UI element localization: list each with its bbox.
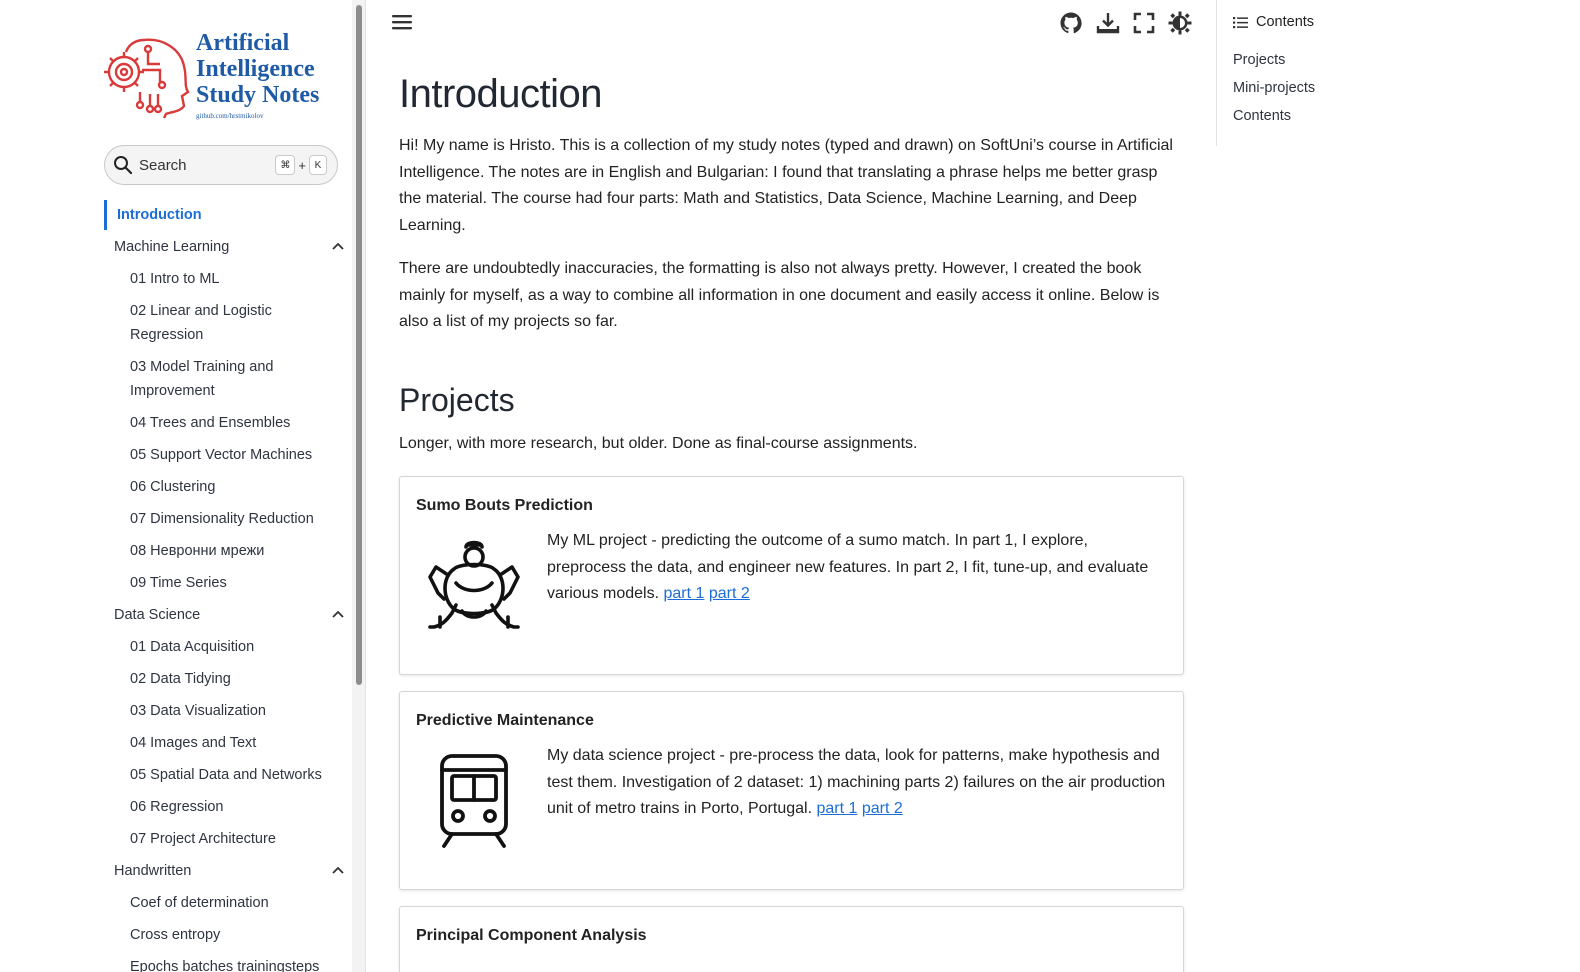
logo-line-1: Artificial — [196, 30, 290, 56]
sidebar-item-regression[interactable]: 06 Regression — [104, 791, 324, 823]
sidebar-item-epochs-batches[interactable]: Epochs batches trainingsteps — [104, 951, 324, 972]
menu-icon[interactable] — [391, 12, 413, 32]
toc-heading: Contents — [1256, 14, 1315, 30]
search-shortcut: ⌘ + K — [275, 155, 327, 175]
projects-description: Longer, with more research, but older. D… — [399, 434, 918, 452]
metro-train-icon — [440, 754, 508, 848]
theme-toggle-icon[interactable] — [1168, 11, 1192, 35]
sidebar-section-handwritten[interactable]: Handwritten — [104, 855, 350, 887]
toc-header: Contents — [1233, 14, 1314, 30]
toc-item-contents[interactable]: Contents — [1233, 108, 1291, 124]
project-card-sumo[interactable]: Sumo Bouts Prediction My ML project - pr… — [399, 476, 1184, 675]
sidebar-item-model-training[interactable]: 03 Model Training and Improvement — [104, 351, 324, 407]
sidebar-item-cross-entropy[interactable]: Cross entropy — [104, 919, 324, 951]
logo-line-2: Intelligence — [196, 56, 315, 82]
sidebar-item-neural-networks[interactable]: 08 Невронни мрежи — [104, 535, 324, 567]
shortcut-key-cmd: ⌘ — [275, 155, 296, 175]
toc-item-projects[interactable]: Projects — [1233, 52, 1285, 68]
card-description: My data science project - pre-process th… — [547, 743, 1167, 823]
search-button[interactable]: Search ⌘ + K — [104, 145, 338, 185]
card-title: Principal Component Analysis — [416, 927, 647, 944]
fullscreen-icon[interactable] — [1132, 11, 1156, 35]
sidebar-item-trees-ensembles[interactable]: 04 Trees and Ensembles — [104, 407, 324, 439]
sidebar-section-label: Data Science — [114, 607, 201, 623]
toc-item-mini-projects[interactable]: Mini-projects — [1233, 80, 1315, 96]
project-card-predictive-maintenance[interactable]: Predictive Maintenance My data science p… — [399, 691, 1184, 890]
sidebar-scrollbar-thumb[interactable] — [356, 5, 362, 685]
shortcut-key-k: K — [309, 155, 327, 175]
chevron-up-icon[interactable] — [332, 242, 344, 250]
site-logo[interactable]: Artificial Intelligence Study Notes gith… — [104, 30, 340, 124]
sidebar-item-images-text[interactable]: 04 Images and Text — [104, 727, 324, 759]
sidebar-section-label: Handwritten — [114, 863, 192, 879]
card-description-text: My data science project - pre-process th… — [547, 747, 1166, 817]
search-label: Search — [139, 156, 187, 174]
download-icon[interactable] — [1096, 11, 1120, 35]
sidebar-item-time-series[interactable]: 09 Time Series — [104, 567, 324, 599]
card-description-text: My ML project - predicting the outcome o… — [547, 532, 1149, 602]
sidebar-item-data-visualization[interactable]: 03 Data Visualization — [104, 695, 324, 727]
part-2-link[interactable]: part 2 — [862, 800, 903, 817]
sidebar-item-linear-logistic-regression[interactable]: 02 Linear and Logistic Regression — [104, 295, 324, 351]
intro-paragraph-2: There are undoubtedly inaccuracies, the … — [399, 260, 1160, 330]
main-content: Introduction Hi! My name is Hristo. This… — [399, 68, 1184, 457]
sumo-wrestler-icon — [428, 540, 520, 629]
sidebar-item-clustering[interactable]: 06 Clustering — [104, 471, 324, 503]
sidebar: Artificial Intelligence Study Notes gith… — [0, 0, 352, 972]
part-2-link[interactable]: part 2 — [709, 585, 750, 602]
sidebar-item-spatial-data[interactable]: 05 Spatial Data and Networks — [104, 759, 324, 791]
card-description: My ML project - predicting the outcome o… — [547, 528, 1167, 608]
shortcut-plus: + — [298, 157, 306, 173]
sidebar-scrollbar[interactable] — [352, 0, 366, 972]
project-card-pca[interactable]: Principal Component Analysis — [399, 906, 1184, 972]
page-title: Introduction — [399, 72, 603, 116]
sidebar-item-project-architecture[interactable]: 07 Project Architecture — [104, 823, 324, 855]
card-title: Sumo Bouts Prediction — [416, 497, 593, 514]
chevron-up-icon[interactable] — [332, 610, 344, 618]
sidebar-item-svm[interactable]: 05 Support Vector Machines — [104, 439, 324, 471]
sidebar-item-data-acquisition[interactable]: 01 Data Acquisition — [104, 631, 324, 663]
sidebar-item-dimensionality-reduction[interactable]: 07 Dimensionality Reduction — [104, 503, 324, 535]
sidebar-section-data-science[interactable]: Data Science — [104, 599, 350, 631]
ai-brain-gear-icon — [104, 38, 190, 119]
sidebar-section-machine-learning[interactable]: Machine Learning — [104, 231, 350, 263]
sidebar-item-data-tidying[interactable]: 02 Data Tidying — [104, 663, 324, 695]
part-1-link[interactable]: part 1 — [664, 585, 705, 602]
github-icon[interactable] — [1059, 11, 1083, 35]
part-1-link[interactable]: part 1 — [816, 800, 857, 817]
sidebar-nav: Introduction Machine Learning 01 Intro t… — [104, 200, 350, 972]
list-icon — [1233, 16, 1248, 28]
logo-subtitle: github.com/hrstmikolov — [196, 112, 264, 120]
chevron-up-icon[interactable] — [332, 866, 344, 874]
card-title: Predictive Maintenance — [416, 712, 594, 729]
logo-line-3: Study Notes — [196, 82, 320, 108]
sidebar-item-introduction[interactable]: Introduction — [104, 200, 350, 230]
intro-paragraph-1: Hi! My name is Hristo. This is a collect… — [399, 137, 1173, 234]
sidebar-section-label: Machine Learning — [114, 239, 230, 255]
logo-title: Artificial Intelligence Study Notes — [196, 30, 319, 108]
projects-heading: Projects — [399, 381, 515, 418]
sidebar-item-intro-to-ml[interactable]: 01 Intro to ML — [104, 263, 324, 295]
search-icon — [114, 156, 133, 175]
table-of-contents: Contents Projects Mini-projects Contents — [1216, 0, 1416, 146]
sidebar-item-coef-determination[interactable]: Coef of determination — [104, 887, 324, 919]
